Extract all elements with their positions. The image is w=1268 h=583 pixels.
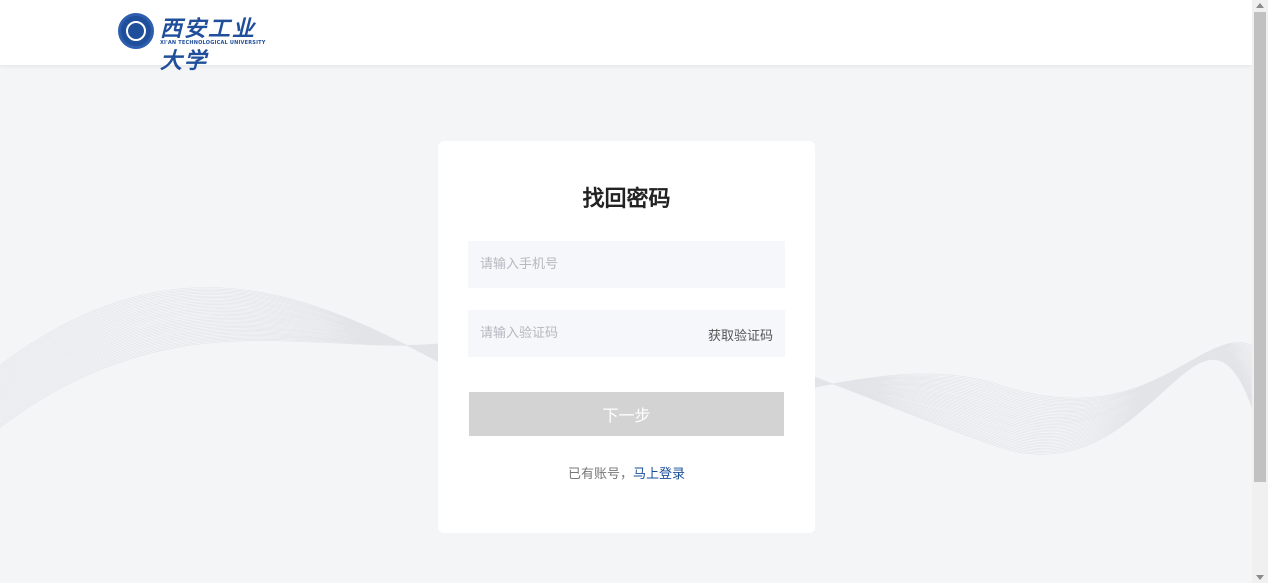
page-title: 找回密码 [582,187,671,212]
logo-english-name: XI'AN TECHNOLOGICAL UNIVERSITY [160,40,266,46]
next-button[interactable]: 下一步 [469,392,784,436]
get-code-button[interactable]: 获取验证码 [708,325,773,344]
have-account-text: 已有账号， [567,467,633,482]
login-prompt: 已有账号，马上登录 [438,463,815,482]
vertical-scrollbar[interactable] [1252,0,1268,583]
scroll-thumb[interactable] [1254,12,1266,482]
phone-input[interactable] [468,241,785,288]
top-header: 西安工业大学 XI'AN TECHNOLOGICAL UNIVERSITY [0,0,1252,74]
login-link[interactable]: 马上登录 [633,467,685,482]
university-logo[interactable]: 西安工业大学 XI'AN TECHNOLOGICAL UNIVERSITY [118,11,278,74]
scroll-down-icon[interactable] [1256,575,1264,580]
scroll-up-icon[interactable] [1256,3,1264,8]
recover-password-card: 找回密码 获取验证码 下一步 已有账号，马上登录 [438,141,815,533]
university-seal-icon [118,13,154,49]
